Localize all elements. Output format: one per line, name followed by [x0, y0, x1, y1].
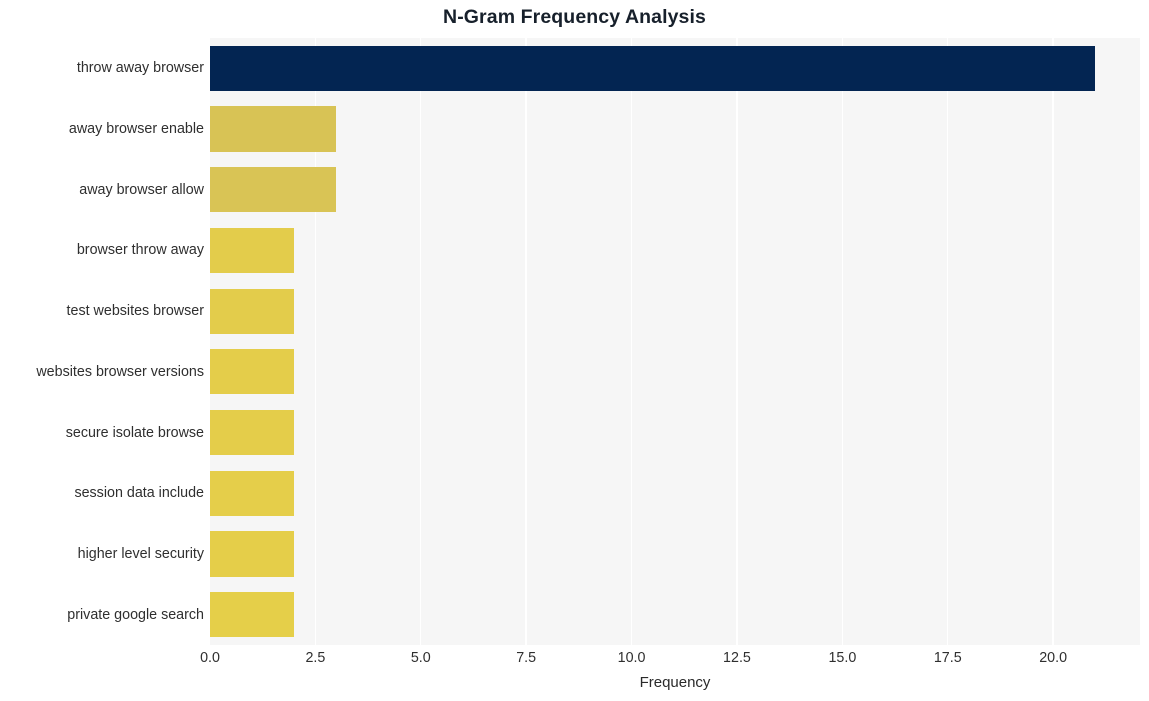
x-axis-title: Frequency: [639, 674, 711, 691]
gridline-vertical: [630, 38, 633, 645]
x-axis-tick-label: 0.0: [200, 650, 220, 666]
bar[interactable]: [210, 592, 295, 638]
bar[interactable]: [210, 45, 1096, 91]
gridline-vertical: [1052, 38, 1054, 645]
gridline-vertical: [525, 38, 527, 645]
y-axis-tick-labels: throw away browser away browser enable awa…: [0, 38, 204, 645]
x-axis-tick-labels: 0.0 2.5 5.0 7.5 10.0 12.5 15.0 17.5 20.0: [200, 650, 1140, 672]
x-axis-tick-label: 15.0: [828, 650, 857, 666]
x-axis-tick-label: 7.5: [516, 650, 537, 666]
bar[interactable]: [210, 227, 295, 274]
bar[interactable]: [210, 106, 337, 152]
y-axis-tick-label: secure isolate browse: [65, 424, 204, 441]
y-axis-tick-label: websites browser versions: [36, 363, 204, 380]
y-axis-tick-label: throw away browser: [76, 60, 204, 77]
chart-figure: N-Gram Frequency Analysis throw away bro…: [0, 0, 1149, 701]
y-axis-tick-label: test websites browser: [66, 302, 204, 319]
y-axis-tick-label: browser throw away: [76, 242, 204, 259]
bar[interactable]: [210, 349, 295, 395]
plot-area: [210, 38, 1140, 645]
gridline-vertical: [947, 38, 949, 645]
bar[interactable]: [210, 470, 295, 516]
y-axis-tick-label: private google search: [67, 606, 204, 623]
x-axis-tick-label: 17.5: [933, 650, 962, 666]
x-axis-tick-label: 20.0: [1039, 650, 1068, 666]
y-axis-tick-label: higher level security: [77, 545, 204, 562]
bar[interactable]: [210, 288, 295, 334]
bar[interactable]: [210, 167, 337, 213]
x-axis-tick-label: 5.0: [410, 650, 431, 666]
gridline-vertical: [841, 38, 844, 645]
x-axis-tick-label: 2.5: [305, 650, 326, 666]
chart-title: N-Gram Frequency Analysis: [443, 6, 706, 28]
x-axis-tick-label: 12.5: [723, 650, 751, 666]
bar[interactable]: [210, 531, 295, 577]
gridline-vertical: [420, 38, 422, 645]
bar[interactable]: [210, 409, 295, 456]
y-axis-tick-label: away browser allow: [79, 181, 204, 198]
x-axis-tick-label: 10.0: [617, 650, 646, 666]
y-axis-tick-label: session data include: [74, 485, 204, 502]
y-axis-tick-label: away browser enable: [68, 120, 204, 137]
gridline-vertical: [736, 38, 738, 645]
